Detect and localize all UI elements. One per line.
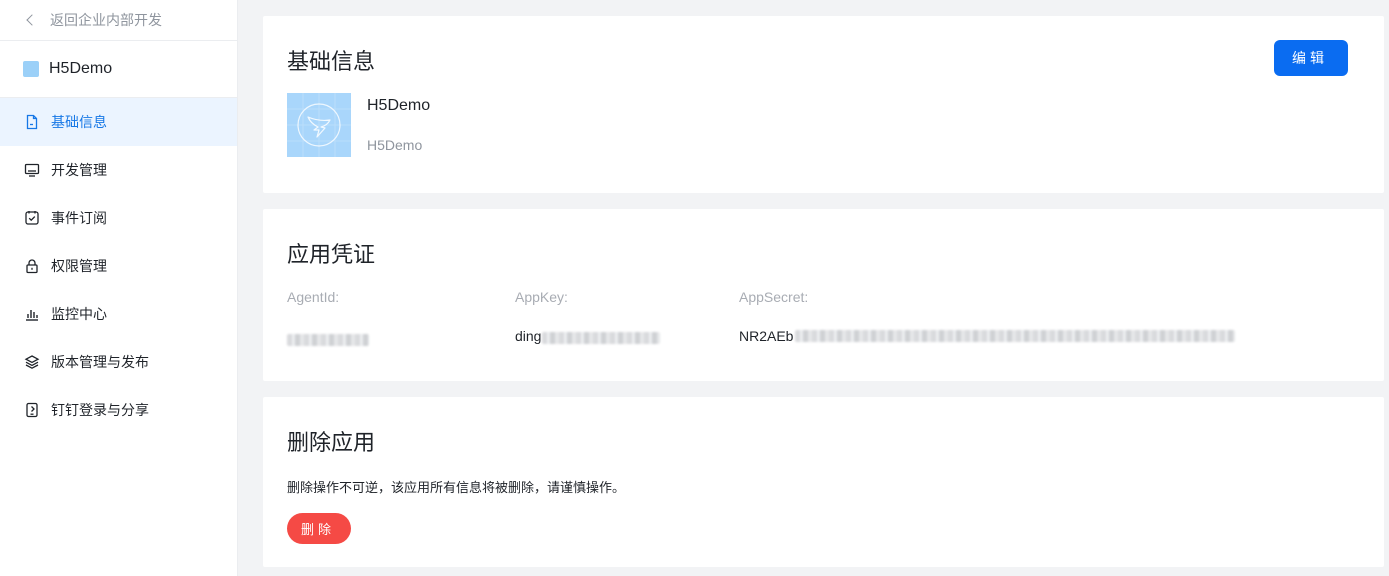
sidebar-app-name: H5Demo bbox=[49, 60, 113, 77]
chevron-left-icon bbox=[26, 13, 38, 26]
sidebar-item-label: 钉钉登录与分享 bbox=[51, 402, 149, 418]
sidebar-item-version-release[interactable]: 版本管理与发布 bbox=[0, 338, 237, 386]
redacted-mask bbox=[795, 330, 1236, 342]
dingtalk-logo-icon bbox=[287, 93, 351, 157]
sidebar: 返回企业内部开发 H5Demo 基础信息 开发管理 事件订阅 权限管理 监控中心… bbox=[0, 0, 238, 576]
app-secret-text: NR2AEb bbox=[739, 328, 794, 344]
phone-share-icon bbox=[24, 402, 40, 418]
delete-app-card: 删除应用 删除操作不可逆，该应用所有信息将被删除，请谨慎操作。 删除 bbox=[263, 397, 1384, 567]
redacted-mask bbox=[287, 334, 369, 346]
redacted-mask bbox=[542, 331, 661, 344]
sidebar-item-label: 开发管理 bbox=[51, 162, 107, 178]
sidebar-item-login-share[interactable]: 钉钉登录与分享 bbox=[0, 386, 237, 434]
bar-chart-icon bbox=[24, 306, 40, 322]
basic-info-title: 基础信息 bbox=[287, 49, 376, 74]
credentials-title: 应用凭证 bbox=[287, 242, 376, 267]
sidebar-nav: 基础信息 开发管理 事件订阅 权限管理 监控中心 版本管理与发布 钉钉登录与分享 bbox=[0, 98, 237, 434]
app-key-label: AppKey: bbox=[515, 289, 568, 305]
app-key-text: ding bbox=[515, 328, 542, 344]
delete-button[interactable]: 删除 bbox=[287, 513, 351, 544]
monitor-icon bbox=[24, 162, 40, 178]
app-secret-label: AppSecret: bbox=[739, 289, 809, 305]
sidebar-item-event-subscribe[interactable]: 事件订阅 bbox=[0, 194, 237, 242]
back-link[interactable]: 返回企业内部开发 bbox=[0, 0, 237, 41]
delete-app-description: 删除操作不可逆，该应用所有信息将被删除，请谨慎操作。 bbox=[287, 480, 626, 495]
sidebar-item-label: 版本管理与发布 bbox=[51, 354, 149, 370]
app-info-name: H5Demo bbox=[367, 97, 431, 114]
app-key-field: AppKey: ding bbox=[515, 289, 661, 345]
agent-id-label: AgentId: bbox=[287, 289, 340, 305]
sidebar-item-basic-info[interactable]: 基础信息 bbox=[0, 98, 237, 146]
app-key-value[interactable]: ding bbox=[515, 327, 661, 345]
app-secret-field: AppSecret: NR2AEb bbox=[739, 289, 1236, 345]
agent-id-field: AgentId: bbox=[287, 289, 369, 346]
sidebar-item-monitor-center[interactable]: 监控中心 bbox=[0, 290, 237, 338]
sidebar-item-label: 事件订阅 bbox=[51, 210, 107, 226]
delete-app-title: 删除应用 bbox=[287, 430, 376, 455]
basic-info-card: 基础信息 编辑 H5Demo H5Demo bbox=[263, 16, 1384, 193]
edit-button[interactable]: 编辑 bbox=[1274, 40, 1348, 76]
sidebar-item-label: 基础信息 bbox=[51, 114, 107, 130]
app-secret-value[interactable]: NR2AEb bbox=[739, 327, 1236, 345]
back-link-label: 返回企业内部开发 bbox=[50, 12, 162, 28]
agent-id-value[interactable] bbox=[287, 327, 369, 346]
lock-icon bbox=[24, 258, 40, 274]
layers-icon bbox=[24, 354, 40, 370]
subscribe-icon bbox=[24, 210, 40, 226]
app-info-description: H5Demo bbox=[367, 137, 423, 153]
sidebar-app-header: H5Demo bbox=[0, 41, 237, 98]
sidebar-item-dev-manage[interactable]: 开发管理 bbox=[0, 146, 237, 194]
document-icon bbox=[24, 114, 40, 130]
sidebar-item-label: 监控中心 bbox=[51, 306, 107, 322]
credentials-card: 应用凭证 AgentId: AppKey: ding AppSecret: NR… bbox=[263, 209, 1384, 381]
app-square-icon bbox=[23, 61, 39, 77]
sidebar-item-label: 权限管理 bbox=[51, 258, 107, 274]
sidebar-item-permissions[interactable]: 权限管理 bbox=[0, 242, 237, 290]
